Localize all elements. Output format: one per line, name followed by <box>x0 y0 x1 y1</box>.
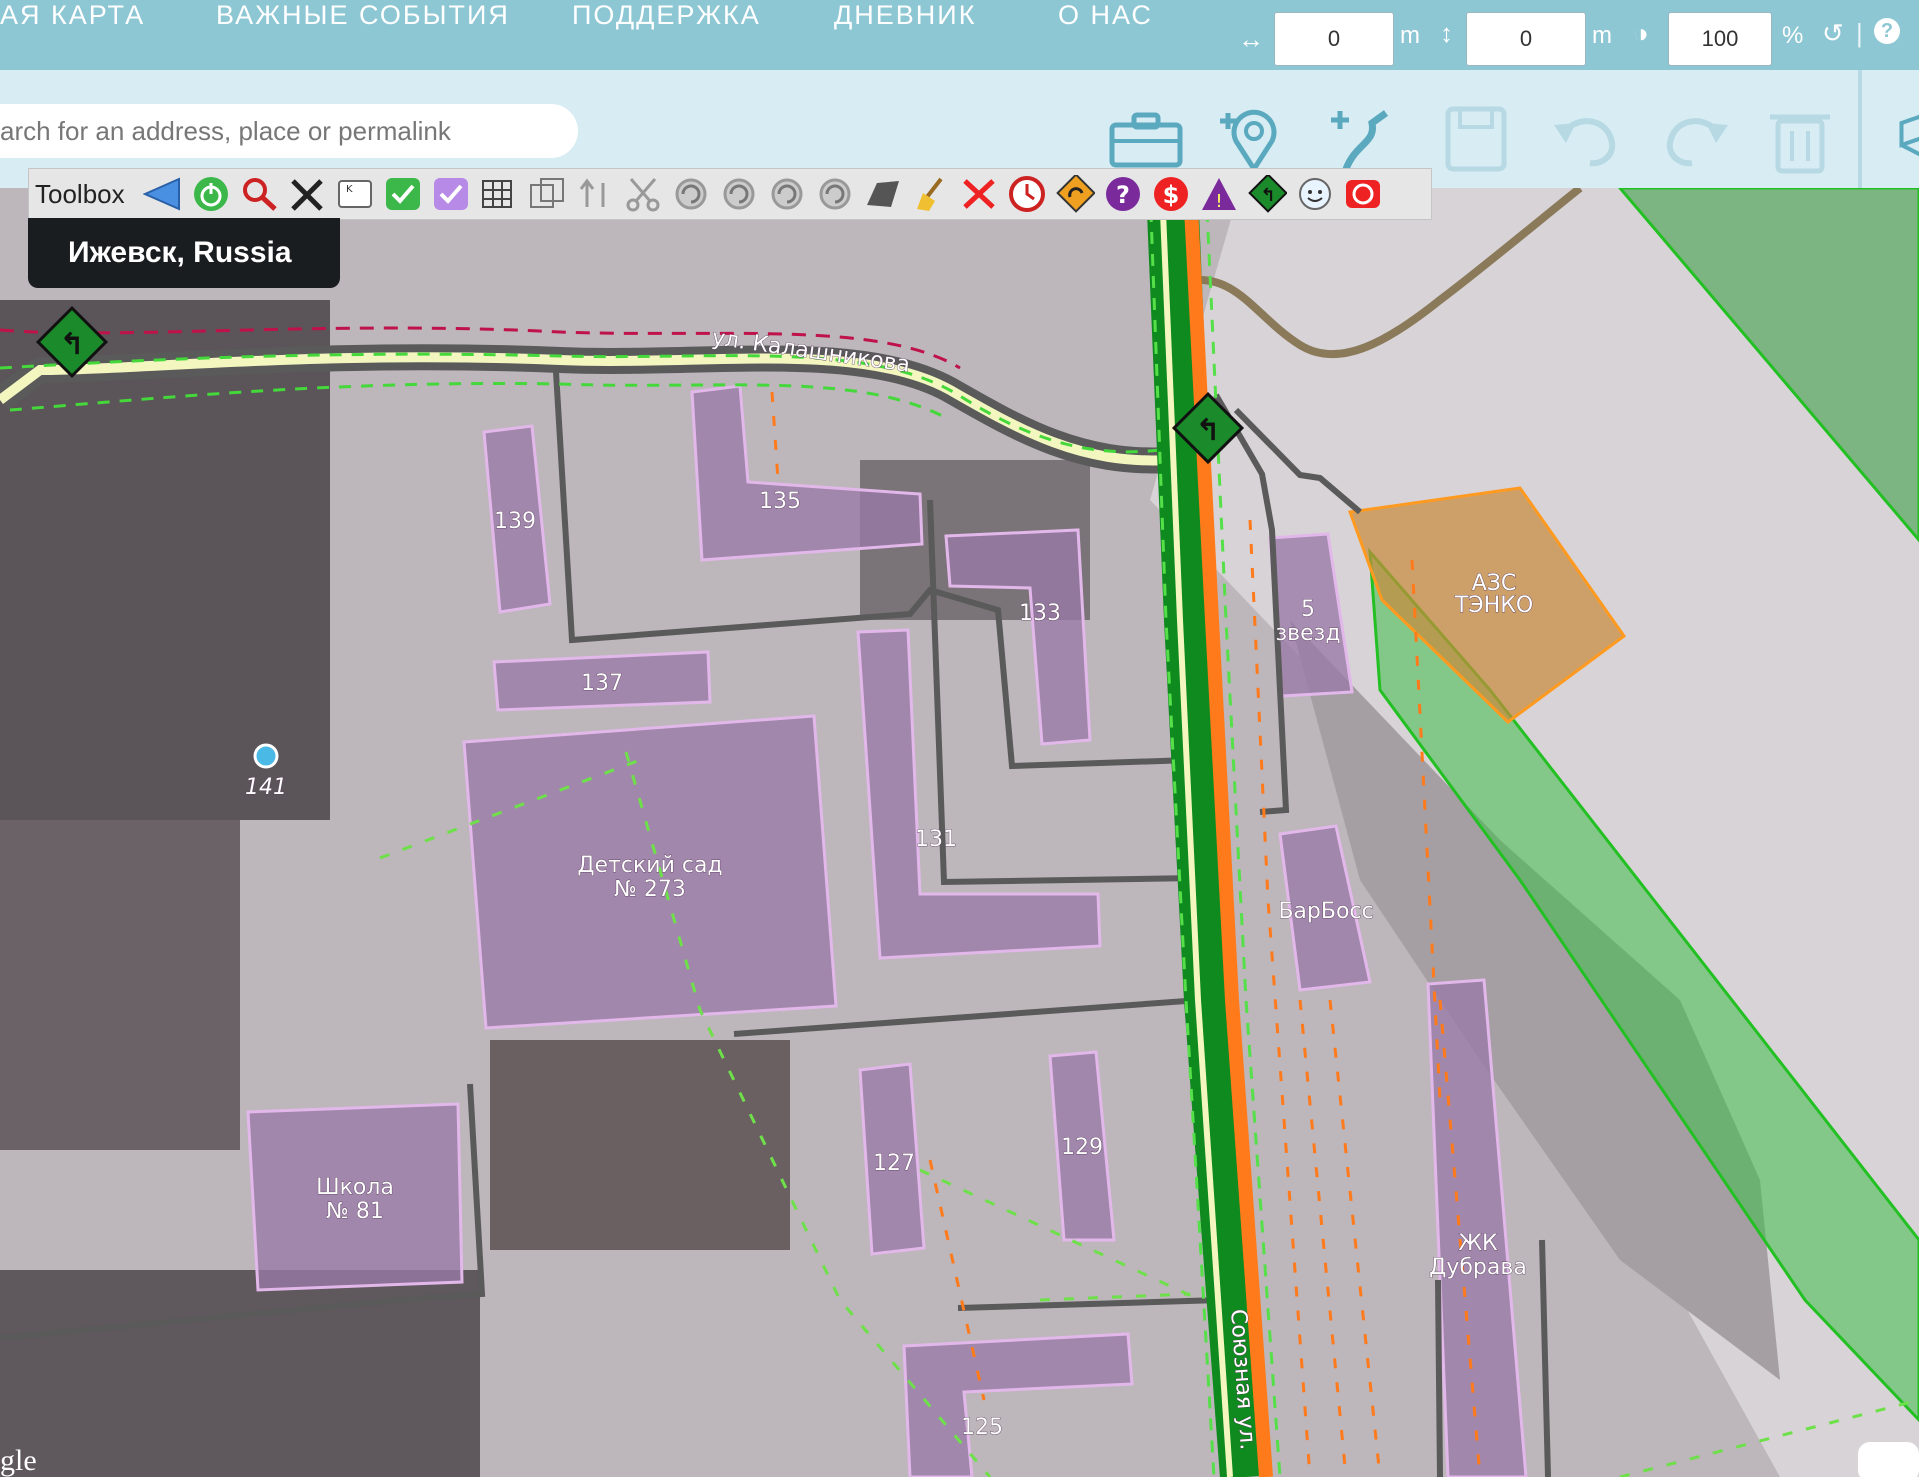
briefcase-icon[interactable] <box>1106 103 1186 175</box>
add-road-icon[interactable] <box>1326 103 1406 175</box>
waze-icon[interactable] <box>1295 175 1335 213</box>
shift-y-unit: m <box>1592 22 1612 49</box>
svg-text:↰: ↰ <box>1260 185 1275 206</box>
toll-icon[interactable]: $ <box>1151 175 1191 213</box>
building-label-125: 125 <box>961 1415 1003 1440</box>
svg-text:$: $ <box>1163 181 1180 209</box>
building-label-129: 129 <box>1061 1135 1103 1160</box>
rotate-icon[interactable] <box>767 175 807 213</box>
toolbox-bar: Toolbox K ? $ ! ↰ <box>28 168 1432 220</box>
warning-icon[interactable]: ! <box>1199 175 1239 213</box>
building-label-dubrava-name: Дубрава <box>1429 1255 1527 1280</box>
clock-icon[interactable] <box>1007 175 1047 213</box>
building-label-barboss: БарБосс <box>1278 899 1373 924</box>
svg-text:↰: ↰ <box>59 327 84 362</box>
building-label-137: 137 <box>581 671 623 696</box>
u-turn-icon[interactable] <box>1055 175 1095 213</box>
svg-text:?: ? <box>1116 181 1130 209</box>
chat-icon[interactable] <box>1858 1442 1919 1477</box>
split-arrows-icon[interactable] <box>575 175 615 213</box>
divider: | <box>1856 18 1863 48</box>
help-icon[interactable]: ? <box>1874 18 1900 44</box>
scissors-icon[interactable] <box>623 175 663 213</box>
beta-icon[interactable] <box>1343 175 1383 213</box>
terrain-dark-block <box>0 820 240 1150</box>
building-label-school: Школа <box>316 1175 394 1200</box>
back-arrow-icon[interactable] <box>143 175 183 213</box>
copy-segment-icon[interactable] <box>527 175 567 213</box>
nav-link-events[interactable]: ВАЖНЫЕ СОБЫТИЯ <box>216 0 510 30</box>
reset-icon[interactable]: ↺ <box>1822 18 1844 49</box>
wrench-icon[interactable] <box>287 175 327 213</box>
building-label-kindergarten: Детский сад <box>577 853 722 878</box>
building-label-kindergarten-number: № 273 <box>614 877 686 902</box>
search-input[interactable]: arch for an address, place or permalink <box>0 104 578 158</box>
shift-x-field[interactable]: 0 <box>1274 12 1394 66</box>
building-label-5-stars: 5 <box>1301 597 1315 622</box>
question-icon[interactable]: ? <box>1103 175 1143 213</box>
svg-text:↰: ↰ <box>1195 413 1220 448</box>
building-label-139: 139 <box>494 509 536 534</box>
building-label-135: 135 <box>759 489 801 514</box>
nav-link-about[interactable]: О НАС <box>1058 0 1153 30</box>
broom-icon[interactable] <box>911 175 951 213</box>
place-pin[interactable] <box>253 743 279 769</box>
top-navigation: АЯ КАРТА ВАЖНЫЕ СОБЫТИЯ ПОДДЕРЖКА ДНЕВНИ… <box>0 0 1919 70</box>
check-green-icon[interactable] <box>383 175 423 213</box>
rotate-icon[interactable] <box>671 175 711 213</box>
building-label-dubrava: ЖК <box>1458 1231 1498 1256</box>
opacity-icon: ◑ <box>1633 18 1649 48</box>
building-label-azs-name: ТЭНКО <box>1454 593 1533 618</box>
opacity-unit: % <box>1782 22 1804 49</box>
redo-icon[interactable] <box>1656 103 1736 175</box>
google-watermark: gle <box>0 1444 37 1477</box>
svg-text:K: K <box>346 184 353 195</box>
add-place-icon[interactable] <box>1214 103 1294 175</box>
turn-sign-icon[interactable]: ↰ <box>1247 175 1287 213</box>
delete-x-icon[interactable] <box>959 175 999 213</box>
building-label-133: 133 <box>1019 601 1061 626</box>
place-label-141: 141 <box>245 775 287 800</box>
horizontal-shift-icon: ↔ <box>1238 24 1264 54</box>
shift-x-unit: m <box>1400 22 1420 49</box>
terrain-dark-block <box>490 1040 790 1250</box>
save-icon[interactable] <box>1436 103 1516 175</box>
power-icon[interactable] <box>191 175 231 213</box>
building-label-school-number: № 81 <box>326 1199 384 1224</box>
layers-icon[interactable] <box>1874 103 1919 175</box>
grid-select-icon[interactable] <box>479 175 519 213</box>
svg-text:!: ! <box>1215 191 1222 212</box>
nav-link-map[interactable]: АЯ КАРТА <box>0 0 145 30</box>
nav-link-diary[interactable]: ДНЕВНИК <box>834 0 976 30</box>
toolbar-divider <box>1858 70 1862 188</box>
city-label: Ижевск, Russia <box>28 218 340 288</box>
building-label-131: 131 <box>915 827 957 852</box>
rotate-icon[interactable] <box>815 175 855 213</box>
check-purple-icon[interactable] <box>431 175 471 213</box>
magnifier-icon[interactable] <box>239 175 279 213</box>
area-texture-icon[interactable] <box>863 175 903 213</box>
rotate-icon[interactable] <box>719 175 759 213</box>
vertical-shift-icon: ↕ <box>1440 18 1453 48</box>
trash-icon[interactable] <box>1760 103 1840 175</box>
building-label-127: 127 <box>873 1151 915 1176</box>
map-canvas[interactable]: ↰ ↰ 141 139 135 133 137 131 129 127 125 … <box>0 188 1919 1477</box>
keyboard-icon[interactable]: K <box>335 175 375 213</box>
shift-y-field[interactable]: 0 <box>1466 12 1586 66</box>
building-label-5-stars-name: звезд <box>1275 621 1340 646</box>
toolbox-label[interactable]: Toolbox <box>35 179 125 210</box>
undo-icon[interactable] <box>1546 103 1626 175</box>
nav-link-support[interactable]: ПОДДЕРЖКА <box>572 0 761 30</box>
opacity-field[interactable]: 100 <box>1668 12 1772 66</box>
